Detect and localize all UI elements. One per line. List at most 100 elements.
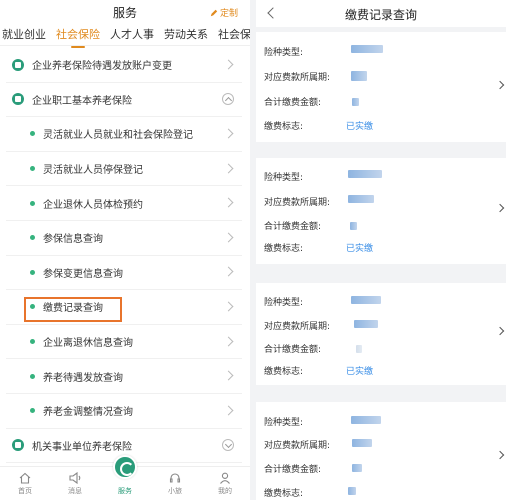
- record-card[interactable]: 险种类型: 对应费款所属期: 合计缴费金额: 缴费标志:: [256, 402, 506, 500]
- redacted-value: [354, 320, 378, 328]
- list-item-label: 企业养老保险待遇发放账户变更: [32, 61, 172, 73]
- list-item[interactable]: 企业退休人员体检预约: [6, 186, 242, 221]
- chevron-right-icon: [223, 370, 234, 381]
- service-group-icon: [12, 439, 24, 452]
- redacted-value: [352, 439, 372, 447]
- nav-home[interactable]: 首页: [0, 467, 50, 500]
- status-badge: 已实缴: [346, 244, 374, 254]
- nav-label: 消息: [68, 487, 82, 495]
- redacted-value: [351, 45, 383, 53]
- service-icon: [113, 455, 137, 479]
- tab-talent-personnel[interactable]: 人才人事: [110, 26, 154, 42]
- chevron-right-icon: [223, 59, 234, 70]
- field-label-period: 对应费款所属期:: [264, 73, 331, 83]
- field-label-flag: 缴费标志:: [264, 122, 304, 132]
- field-label-period: 对应费款所属期:: [264, 198, 331, 208]
- field-label-amount: 合计缴费金额:: [264, 465, 322, 475]
- services-panel: 服务 定制 就业创业 社会保险 人才人事 劳动关系 社会保 企业养老保险待遇发放…: [0, 0, 250, 500]
- field-label-amount: 合计缴费金额:: [264, 98, 322, 108]
- field-label-flag: 缴费标志:: [264, 367, 304, 377]
- service-list: 企业养老保险待遇发放账户变更 企业职工基本养老保险 灵活就业人员就业和社会保险登…: [6, 48, 242, 464]
- list-item[interactable]: 灵活就业人员就业和社会保险登记: [6, 117, 242, 152]
- chevron-right-icon: [223, 163, 234, 174]
- nav-assistant[interactable]: 小旅: [150, 467, 200, 500]
- chevron-right-icon: [223, 336, 234, 346]
- list-item-label: 养老金调整情况查询: [43, 407, 133, 419]
- bullet-dot-icon: [30, 373, 35, 379]
- customize-button[interactable]: 定制: [210, 6, 238, 19]
- service-group-icon: [12, 58, 24, 71]
- field-label-flag: 缴费标志:: [264, 489, 304, 499]
- chevron-right-icon: [223, 405, 234, 416]
- list-item[interactable]: 灵活就业人员停保登记: [6, 152, 242, 187]
- category-tabs: 就业创业 社会保险 人才人事 劳动关系 社会保: [0, 22, 250, 48]
- service-group-icon: [12, 93, 24, 106]
- nav-messages[interactable]: 消息: [50, 467, 100, 500]
- speaker-icon: [69, 471, 81, 485]
- redacted-value: [351, 71, 367, 81]
- chevron-right-icon: [495, 450, 505, 460]
- redacted-value: [351, 296, 381, 304]
- expand-icon[interactable]: [222, 439, 234, 452]
- list-item[interactable]: 养老待遇发放查询: [6, 359, 242, 394]
- redacted-value: [348, 170, 382, 178]
- record-card[interactable]: 险种类型: 对应费款所属期: 合计缴费金额: 缴费标志: 已实缴: [256, 283, 506, 385]
- bullet-dot-icon: [30, 339, 35, 345]
- list-item-label: 参保变更信息查询: [43, 268, 123, 280]
- screenshot-root: 服务 定制 就业创业 社会保险 人才人事 劳动关系 社会保 企业养老保险待遇发放…: [0, 0, 506, 500]
- page-title: 缴费记录查询: [344, 8, 417, 22]
- tab-social-insurance[interactable]: 社会保险: [56, 26, 100, 48]
- headset-icon: [169, 473, 181, 483]
- field-label-type: 险种类型:: [264, 298, 304, 308]
- field-label-type: 险种类型:: [264, 418, 304, 428]
- collapse-icon[interactable]: [222, 93, 234, 106]
- chevron-right-icon: [223, 128, 234, 139]
- field-label-type: 险种类型:: [264, 173, 304, 183]
- redacted-value: [352, 98, 359, 106]
- chevron-right-icon: [223, 266, 234, 277]
- redacted-value: [356, 345, 362, 353]
- status-badge: 已实缴: [346, 122, 374, 132]
- field-label-period: 对应费款所属期:: [264, 441, 331, 451]
- divider: [256, 385, 506, 390]
- list-item-label: 机关事业单位养老保险: [32, 441, 132, 453]
- nav-label: 服务: [118, 487, 132, 495]
- nav-label: 小旅: [168, 487, 182, 495]
- record-card[interactable]: 险种类型: 对应费款所属期: 合计缴费金额: 缴费标志: 已实缴: [256, 158, 506, 264]
- list-item[interactable]: 企业离退休信息查询: [6, 325, 242, 360]
- list-item-label: 灵活就业人员停保登记: [43, 165, 143, 177]
- bullet-dot-icon: [30, 408, 35, 414]
- field-label-flag: 缴费标志:: [264, 244, 304, 254]
- record-card[interactable]: 险种类型: 对应费款所属期: 合计缴费金额: 缴费标志: 已实缴: [256, 32, 506, 142]
- list-item-label: 参保信息查询: [43, 234, 103, 246]
- redacted-value: [351, 416, 381, 424]
- user-icon: [220, 472, 230, 484]
- redacted-value: [348, 487, 356, 495]
- customize-label: 定制: [219, 9, 238, 19]
- list-item-label: 企业职工基本养老保险: [32, 95, 132, 107]
- tab-labor-relations[interactable]: 劳动关系: [164, 26, 208, 42]
- tab-employment[interactable]: 就业创业: [2, 26, 46, 42]
- field-label-amount: 合计缴费金额:: [264, 345, 322, 355]
- bullet-dot-icon: [30, 200, 35, 206]
- nav-services[interactable]: 服务: [100, 455, 150, 500]
- tab-social-more[interactable]: 社会保: [218, 26, 250, 42]
- payment-records-panel: 缴费记录查询 险种类型: 对应费款所属期: 合计缴费金额: 缴费标志: 已实缴 …: [256, 0, 506, 500]
- nav-profile[interactable]: 我的: [200, 467, 250, 500]
- bullet-dot-icon: [30, 269, 35, 275]
- list-item[interactable]: 养老金调整情况查询: [6, 394, 242, 429]
- list-item-label: 企业离退休信息查询: [43, 338, 133, 350]
- list-item-label: 灵活就业人员就业和社会保险登记: [43, 130, 193, 142]
- bullet-dot-icon: [30, 131, 35, 137]
- bullet-dot-icon: [30, 235, 35, 241]
- records-header: 缴费记录查询: [256, 0, 506, 27]
- list-group-header[interactable]: 企业职工基本养老保险: [6, 83, 242, 118]
- list-item-label: 养老待遇发放查询: [43, 372, 123, 384]
- chevron-right-icon: [495, 326, 505, 336]
- redacted-value: [348, 195, 374, 203]
- chevron-right-icon: [223, 232, 234, 243]
- list-item-label: 企业退休人员体检预约: [43, 199, 143, 211]
- list-item[interactable]: 参保信息查询: [6, 221, 242, 256]
- list-item[interactable]: 参保变更信息查询: [6, 256, 242, 291]
- list-item[interactable]: 企业养老保险待遇发放账户变更: [6, 48, 242, 83]
